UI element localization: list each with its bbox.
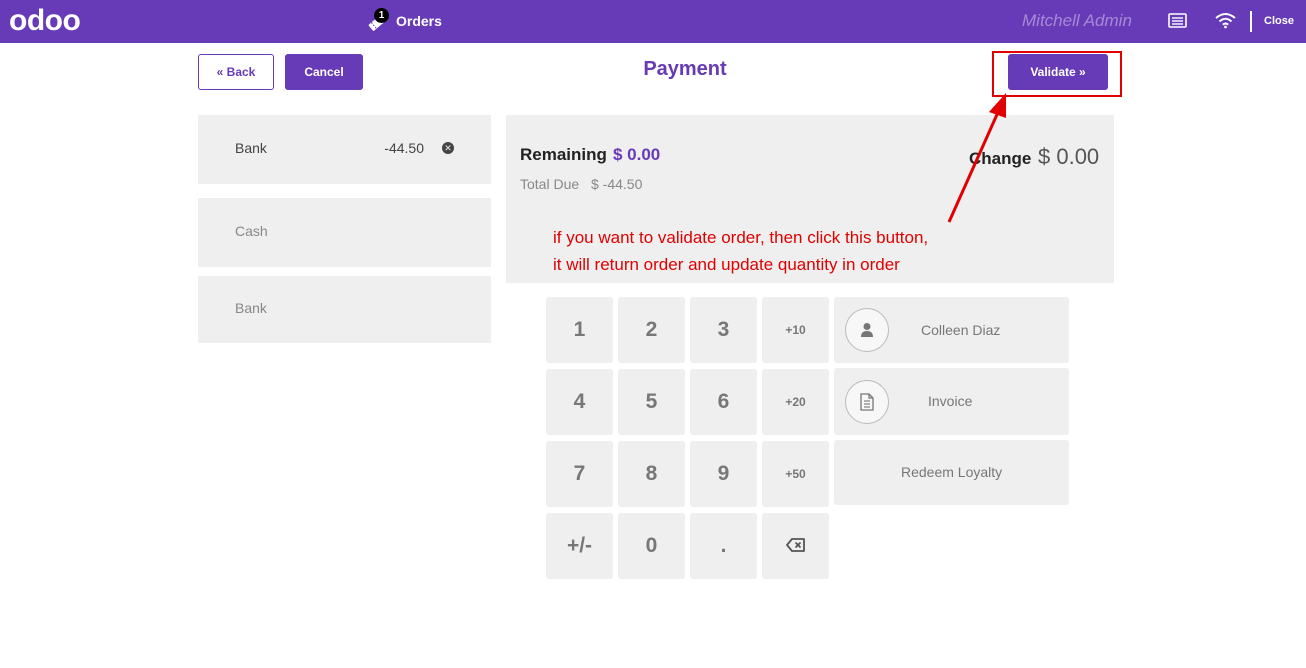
annotation-arrow (947, 93, 1006, 223)
